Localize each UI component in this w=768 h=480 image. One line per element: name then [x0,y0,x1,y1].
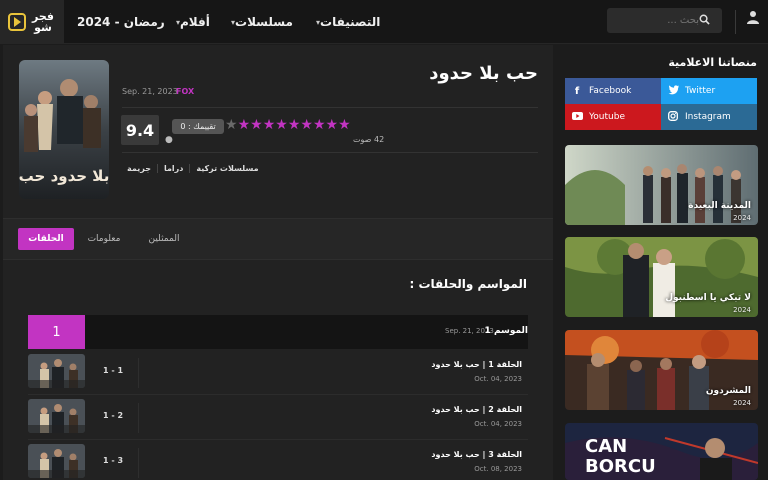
facebook-label: Facebook [589,86,632,96]
card-title: لا تبكي يا اسطنبول [665,293,751,303]
info-icon[interactable]: ● [165,135,173,145]
show-details-panel: بلا حدود حب حب بلا حدود Sep. 21, 2023 FO… [3,45,553,480]
youtube-label: Youtube [589,112,625,122]
episode-item[interactable]: 1 - 1 الحلقة 1 | حب بلا حدود Oct. 04, 20… [28,354,528,394]
episode-title[interactable]: الحلقة 3 | حب بلا حدود [431,450,522,459]
card-thumbnail [565,237,758,317]
vote-count: 42 صوت [353,135,385,144]
show-channel[interactable]: FOX [176,87,194,96]
nav-series-label: مسلسلات [235,15,293,29]
card-year: 2024 [733,214,751,222]
logo-text: فجر شو [32,10,54,34]
instagram-label: Instagram [685,112,731,122]
divider [122,107,538,108]
star-icon[interactable]: ★ [238,117,251,133]
card-year: 2024 [733,306,751,314]
related-show-card[interactable]: لا تبكي يا اسطنبول 2024 [565,237,758,317]
genre-tag[interactable]: دراما [158,164,191,173]
facebook-icon: f [574,85,580,97]
card-title: CAN BORCU [585,436,656,477]
divider [138,403,139,433]
nav-movies[interactable]: ▾ أفلام [173,0,210,44]
tab-cast[interactable]: الممثلين [143,228,185,250]
youtube-link[interactable]: Youtube [565,104,661,130]
star-icon[interactable]: ★ [263,117,276,133]
nav-ramadan[interactable]: رمضان - 2024 [77,0,165,44]
tabs-bar: الحلقات معلومات الممثلين [3,218,553,260]
twitter-link[interactable]: Twitter [661,78,757,104]
nav-categories[interactable]: ▾ التصنيفات [313,0,380,44]
tab-info[interactable]: معلومات [83,228,125,250]
divider [138,358,139,388]
instagram-link[interactable]: Instagram [661,104,757,130]
divider [138,448,139,478]
twitter-icon [667,84,679,98]
star-icon[interactable]: ★ [250,117,263,133]
episode-date: Oct. 04, 2023 [474,420,522,428]
nav-movies-label: أفلام [180,15,210,29]
star-icon[interactable]: ★ [338,117,351,133]
episode-title[interactable]: الحلقة 1 | حب بلا حدود [431,360,522,369]
divider [122,152,538,153]
your-rating-badge: تقييمك : 0 [172,119,224,134]
card-thumbnail [565,330,758,410]
play-icon [8,13,26,31]
related-show-card[interactable]: المشردون 2024 [565,330,758,410]
card-year: 2024 [733,399,751,407]
season-number: 1 [28,315,85,349]
youtube-icon [571,111,583,123]
episode-number: 1 - 1 [103,366,124,375]
sidebar-title: منصاتنا الاعلامية [668,56,757,69]
related-show-card[interactable]: CAN BORCU [565,423,758,480]
header-divider [735,10,736,34]
card-thumbnail [565,145,758,225]
user-icon[interactable] [742,10,764,32]
genre-tag[interactable]: جريمة [121,164,158,173]
top-navbar: فجر شو رمضان - 2024 ▾ أفلام ▾ مسلسلات ▾ … [0,0,768,44]
star-icon[interactable]: ★ [275,117,288,133]
divider [28,394,528,395]
twitter-label: Twitter [685,86,716,96]
search-icon[interactable] [699,14,715,28]
search-input[interactable] [613,10,699,31]
poster-text: بلا حدود حب [19,167,109,185]
show-title: حب بلا حدود [429,63,538,84]
show-poster[interactable]: بلا حدود حب [19,60,109,199]
star-icon[interactable]: ★ [326,117,339,133]
rating-score: 9.4 [121,115,159,145]
episode-number: 1 - 3 [103,456,124,465]
episode-item[interactable]: 1 - 3 الحلقة 3 | حب بلا حدود Oct. 08, 20… [28,444,528,480]
facebook-link[interactable]: f Facebook [565,78,661,104]
instagram-icon [667,110,679,124]
star-icon[interactable]: ★ [313,117,326,133]
episode-thumbnail[interactable] [28,399,85,433]
genre-tag[interactable]: مسلسلات تركية [190,164,264,173]
tab-episodes[interactable]: الحلقات [18,228,74,250]
site-logo[interactable]: فجر شو [0,0,64,44]
search-box [607,8,722,33]
season-label: الموسم 1 [484,326,528,336]
star-icon[interactable]: ★ [300,117,313,133]
nav-series[interactable]: ▾ مسلسلات [228,0,293,44]
nav-ramadan-label: رمضان - 2024 [77,15,165,29]
seasons-heading: المواسم والحلقات : [409,277,528,291]
episode-number: 1 - 2 [103,411,124,420]
episode-item[interactable]: 1 - 2 الحلقة 2 | حب بلا حدود Oct. 04, 20… [28,399,528,439]
card-title: المدينة البعيدة [688,201,751,211]
episode-thumbnail[interactable] [28,354,85,388]
show-date: Sep. 21, 2023 [122,87,178,96]
season-row[interactable]: 1 Sep. 21, 2023 الموسم 1 [28,315,528,349]
nav-categories-label: التصنيفات [320,15,381,29]
card-title: المشردون [705,386,751,396]
episode-date: Oct. 08, 2023 [474,465,522,473]
episode-date: Oct. 04, 2023 [474,375,522,383]
star-icon[interactable]: ★ [288,117,301,133]
star-rating[interactable]: ★★★★★★★★★★ [225,117,351,133]
divider [28,439,528,440]
episode-thumbnail[interactable] [28,444,85,478]
related-show-card[interactable]: المدينة البعيدة 2024 [565,145,758,225]
star-icon[interactable]: ★ [225,117,238,133]
episode-title[interactable]: الحلقة 2 | حب بلا حدود [431,405,522,414]
genre-list: جريمة دراما مسلسلات تركية [121,164,265,173]
